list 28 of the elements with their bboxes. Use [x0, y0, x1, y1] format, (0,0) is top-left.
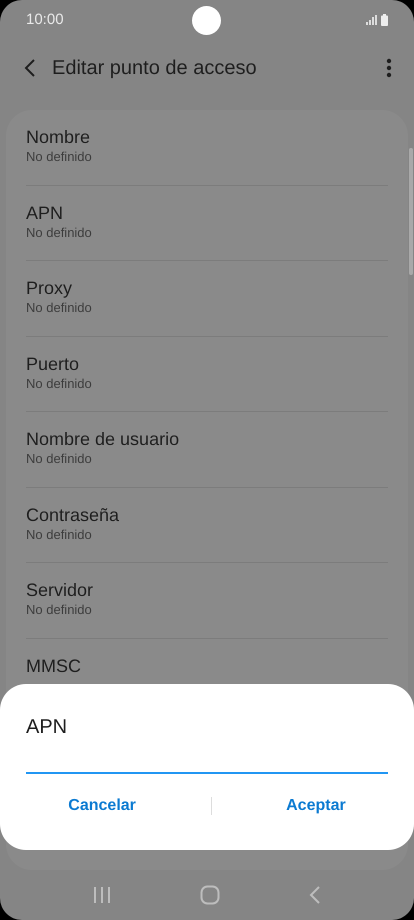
battery-icon	[381, 14, 388, 26]
setting-title[interactable]: Nombre	[26, 126, 388, 148]
setting-value: No definido	[26, 148, 93, 166]
setting-value: No definido	[26, 224, 93, 242]
more-options-icon[interactable]	[386, 58, 392, 78]
setting-value: No definido	[26, 299, 93, 317]
screen-title: Editar punto de acceso	[52, 56, 258, 80]
accept-button[interactable]: Aceptar	[276, 790, 356, 822]
recent-apps-icon[interactable]	[92, 886, 111, 904]
setting-value: No definido	[26, 450, 93, 468]
status-time: 10:00	[26, 10, 64, 30]
setting-title[interactable]: Servidor	[26, 579, 388, 601]
back-icon[interactable]	[309, 886, 322, 904]
setting-value: No definido	[26, 374, 93, 392]
setting-title[interactable]: Contraseña	[26, 504, 388, 526]
setting-value: No definido	[26, 601, 93, 619]
camera-cutout	[192, 6, 221, 35]
back-icon[interactable]	[24, 58, 36, 78]
signal-icon	[366, 15, 377, 25]
setting-title[interactable]: MMSC	[26, 654, 388, 676]
setting-value: No definido	[26, 526, 93, 544]
dialog-title: APN	[26, 715, 68, 740]
home-icon[interactable]	[200, 885, 220, 905]
setting-title[interactable]: APN	[26, 202, 388, 224]
setting-title[interactable]: Puerto	[26, 352, 388, 374]
cancel-button[interactable]: Cancelar	[58, 790, 146, 822]
setting-title[interactable]: Nombre de usuario	[26, 428, 388, 450]
setting-title[interactable]: Proxy	[26, 277, 388, 299]
